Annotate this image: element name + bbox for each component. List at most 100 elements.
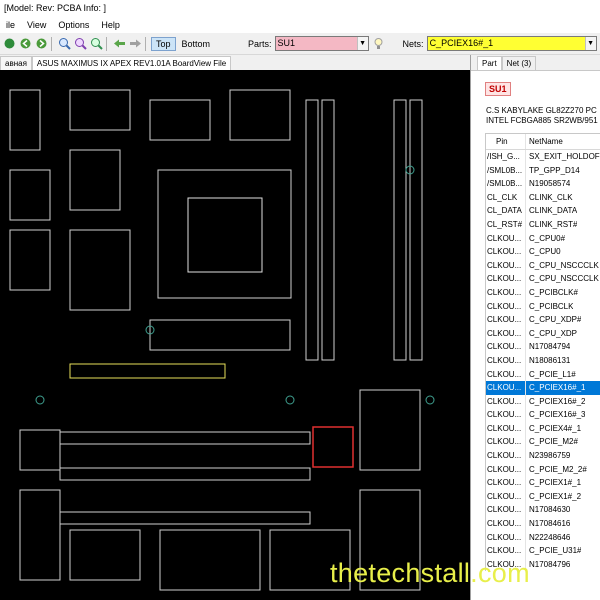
bottom-side-button[interactable]: Bottom xyxy=(178,38,215,50)
table-row[interactable]: /SML0B... N19058574 xyxy=(486,177,600,191)
pin-cell: CLKOU... xyxy=(486,394,526,409)
table-row[interactable]: CLKOU... N22248646 xyxy=(486,530,600,545)
table-row[interactable]: /SML0B... TP_GPP_D14 xyxy=(486,163,600,178)
toolbar-separator xyxy=(106,36,107,51)
pcb-layout[interactable] xyxy=(0,70,470,600)
netname-cell: C_PCIE_L1# xyxy=(529,369,576,379)
column-header-netname[interactable]: NetName xyxy=(526,134,563,149)
table-row[interactable]: CLKOU... N17084630 xyxy=(486,503,600,518)
pin-cell: CLKOU... xyxy=(486,272,526,286)
component xyxy=(19,489,61,581)
table-row[interactable]: CLKOU... C_PCIE_L1# xyxy=(486,367,600,382)
netname-cell: C_CPU_XDP xyxy=(529,328,578,338)
table-row[interactable]: CLKOU... C_PCIEX16#_1 xyxy=(486,381,600,395)
table-row[interactable]: CLKOU... N17084616 xyxy=(486,517,600,531)
menu-options[interactable]: Options xyxy=(52,20,95,30)
table-row[interactable]: CLKOU... C_CPU0 xyxy=(486,245,600,259)
table-row[interactable]: /ISH_G... SX_EXIT_HOLDOF xyxy=(486,150,600,164)
table-row[interactable]: CLKOU... C_PCIEX4#_1 xyxy=(486,421,600,436)
part-name-badge: SU1 xyxy=(485,82,511,96)
component xyxy=(9,169,51,221)
table-row[interactable]: CLKOU... C_PCIEX16#_2 xyxy=(486,394,600,409)
nets-label: Nets: xyxy=(402,38,424,49)
pin-cell: CLKOU... xyxy=(486,544,526,558)
netname-cell: C_CPU0# xyxy=(529,233,566,243)
table-row[interactable]: CLKOU... C_CPU_XDP xyxy=(486,326,600,341)
open-icon[interactable] xyxy=(3,37,16,50)
tab-boardview-file[interactable]: ASUS MAXIMUS IX APEX REV1.01A BoardView … xyxy=(31,56,232,70)
table-row[interactable]: CLKOU... C_PCIE_U31# xyxy=(486,544,600,558)
pin-cell: CLKOU... xyxy=(486,449,526,463)
top-side-button[interactable]: Top xyxy=(151,36,176,51)
pin-cell: CL_CLK xyxy=(486,190,526,205)
table-row[interactable]: CLKOU... C_PCIBCLK# xyxy=(486,285,600,300)
table-row[interactable]: CLKOU... C_CPU0# xyxy=(486,231,600,246)
pin-table-header: Pin NetName xyxy=(486,134,600,150)
table-row[interactable]: CLKOU... C_PCIE_M2# xyxy=(486,435,600,450)
table-row[interactable]: CLKOU... N17084794 xyxy=(486,340,600,354)
table-row[interactable]: CLKOU... C_PCIEX1#_2 xyxy=(486,489,600,504)
table-row[interactable]: CLKOU... C_PCIE_M2_2# xyxy=(486,462,600,477)
cpu-socket-outline xyxy=(157,169,292,299)
tab-main[interactable]: авная xyxy=(0,56,32,70)
table-row[interactable]: CL_DATA CLINK_DATA xyxy=(486,204,600,218)
component xyxy=(69,89,131,131)
pin-cell: CLKOU... xyxy=(486,299,526,314)
netname-cell: TP_GPP_D14 xyxy=(529,165,580,175)
menu-help[interactable]: Help xyxy=(95,20,126,30)
netname-cell: C_CPU_NSCCCLK xyxy=(529,274,599,284)
table-row[interactable]: CLKOU... C_CPU_NSCCCLK xyxy=(486,272,600,286)
chevron-down-icon[interactable]: ▼ xyxy=(584,37,596,50)
table-row[interactable]: CLKOU... N23986759 xyxy=(486,449,600,463)
properties-panel: Part Net (3) SU1 C.S KABYLAKE GL82Z270 P… xyxy=(470,55,600,600)
table-row[interactable]: CLKOU... C_PCIEX16#_3 xyxy=(486,408,600,422)
netname-cell: N17084630 xyxy=(529,505,571,515)
zoom-out-icon[interactable] xyxy=(74,37,87,50)
table-row[interactable]: CLKOU... N18086131 xyxy=(486,353,600,368)
nets-combo[interactable]: C_PCIEX16#_1 ▼ xyxy=(426,36,597,51)
pin-cell: CLKOU... xyxy=(486,245,526,259)
arrow-right-icon[interactable] xyxy=(129,37,142,50)
nets-value[interactable]: C_PCIEX16#_1 xyxy=(427,37,585,50)
netname-cell: C_PCIEX16#_2 xyxy=(529,396,586,406)
table-row[interactable]: CLKOU... C_CPU_NSCCCLK xyxy=(486,258,600,273)
column-header-pin[interactable]: Pin xyxy=(486,134,526,149)
arrow-left-icon[interactable] xyxy=(113,37,126,50)
component xyxy=(69,149,121,211)
tab-net[interactable]: Net (3) xyxy=(501,56,537,70)
table-row[interactable]: CLKOU... C_PCIBCLK xyxy=(486,299,600,314)
menu-view[interactable]: View xyxy=(21,20,52,30)
table-row[interactable]: CL_RST# CLINK_RST# xyxy=(486,217,600,232)
parts-combo[interactable]: SU1 ▼ xyxy=(274,36,369,51)
pin-cell: CLKOU... xyxy=(486,489,526,504)
netname-cell: N23986759 xyxy=(529,451,571,461)
component xyxy=(9,89,41,151)
pin-cell: CLKOU... xyxy=(486,530,526,545)
pcie-slot xyxy=(59,467,311,481)
parts-value[interactable]: SU1 xyxy=(275,37,357,50)
netname-cell: CLINK_RST# xyxy=(529,219,578,229)
zoom-fit-icon[interactable] xyxy=(90,37,103,50)
netname-cell: C_PCIE_M2_2# xyxy=(529,464,587,474)
pcie-slot xyxy=(59,431,311,445)
zoom-in-icon[interactable] xyxy=(58,37,71,50)
tab-part[interactable]: Part xyxy=(477,56,502,70)
forward-icon[interactable] xyxy=(35,37,48,50)
table-row[interactable]: CL_CLK CLINK_CLK xyxy=(486,190,600,205)
menu-file[interactable]: ile xyxy=(0,20,21,30)
chevron-down-icon[interactable]: ▼ xyxy=(356,37,368,50)
back-icon[interactable] xyxy=(19,37,32,50)
lightbulb-icon[interactable] xyxy=(372,37,385,50)
dimm-slot xyxy=(305,99,319,361)
table-row[interactable]: CLKOU... C_CPU_XDP# xyxy=(486,313,600,327)
document-tabs: авная ASUS MAXIMUS IX APEX REV1.01A Boar… xyxy=(0,55,470,70)
component xyxy=(149,319,291,351)
table-row[interactable]: CLKOU... C_PCIEX1#_1 xyxy=(486,476,600,490)
pin-cell: /SML0B... xyxy=(486,177,526,191)
netname-cell: C_PCIBCLK xyxy=(529,301,574,311)
cpu-die-area xyxy=(187,197,263,273)
component xyxy=(69,229,131,311)
component xyxy=(9,229,51,291)
chipset-su1 xyxy=(312,426,354,468)
boardview-canvas[interactable] xyxy=(0,70,470,600)
